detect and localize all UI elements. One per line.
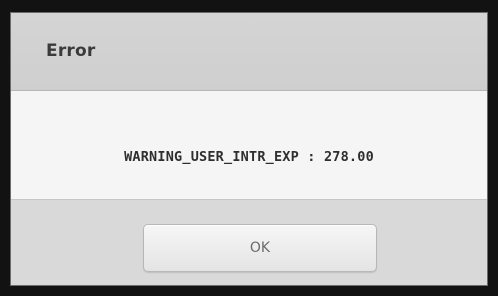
dialog-title-bar: Error [11, 13, 487, 91]
dialog-title: Error [46, 41, 96, 61]
dialog-footer: OK [11, 199, 487, 285]
error-message: WARNING_USER_INTR_EXP : 278.00 [124, 149, 374, 165]
ok-button[interactable]: OK [143, 224, 377, 272]
error-dialog: Error WARNING_USER_INTR_EXP : 278.00 OK [10, 12, 488, 286]
dialog-body: WARNING_USER_INTR_EXP : 278.00 [11, 91, 487, 199]
